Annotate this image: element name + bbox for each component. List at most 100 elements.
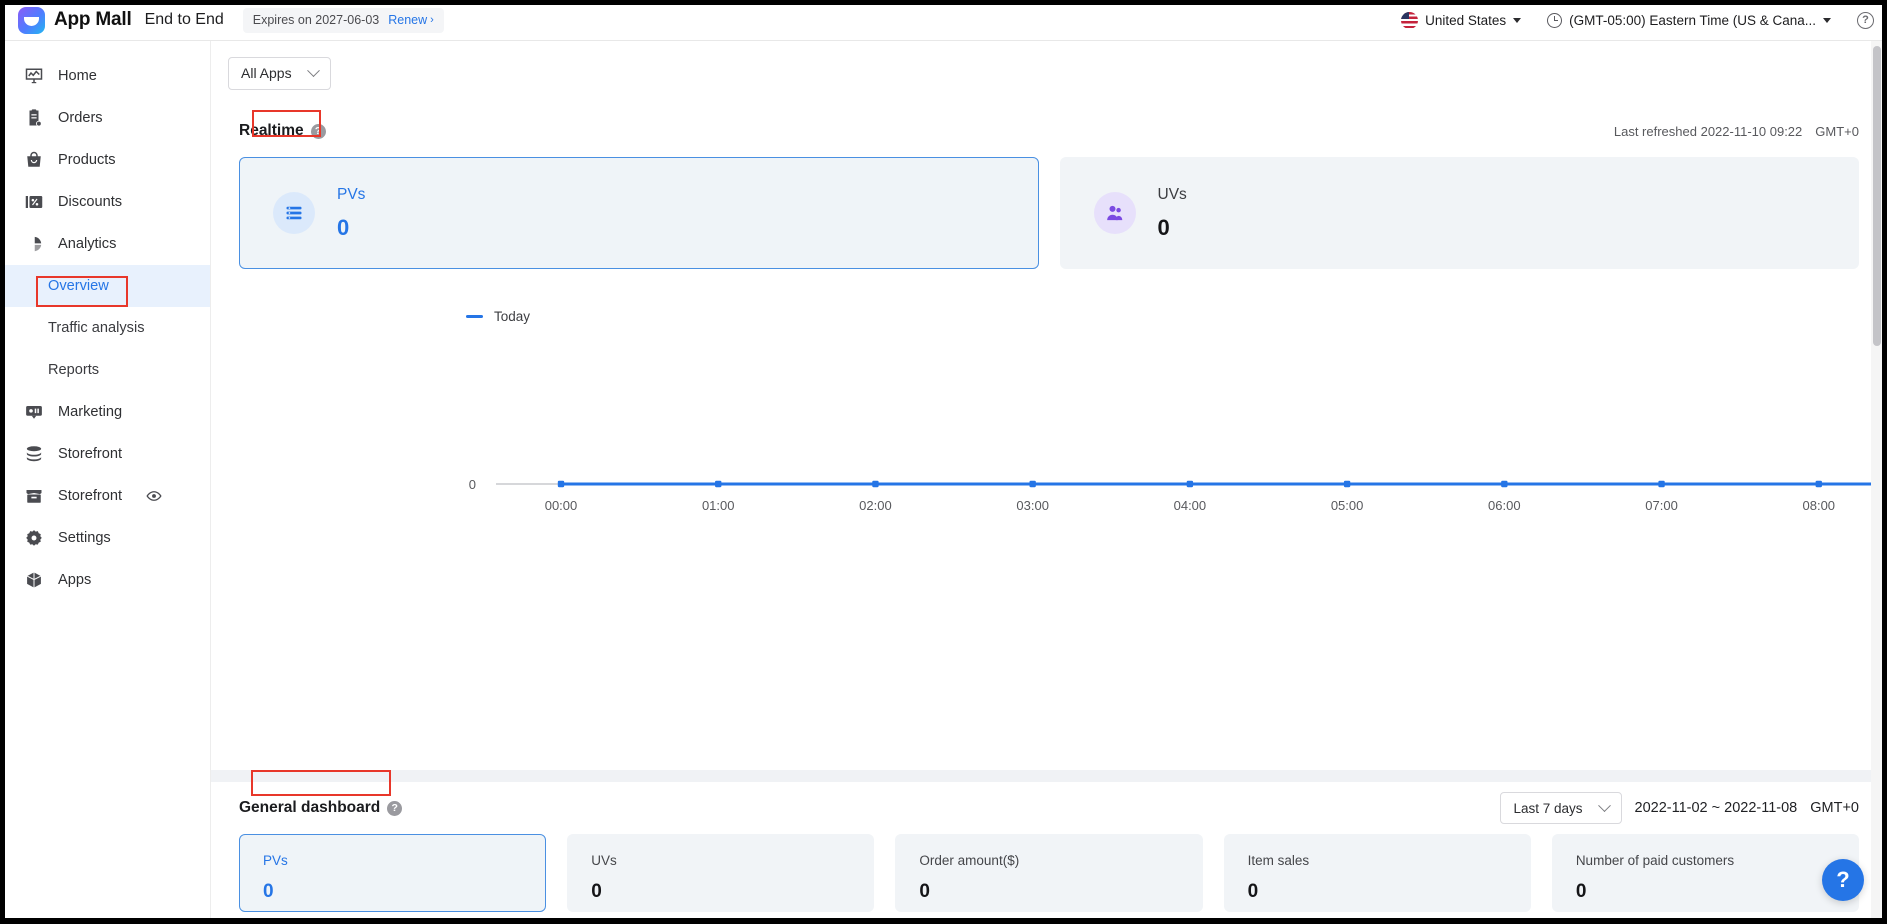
- sidebar-item-settings[interactable]: Settings: [0, 517, 210, 559]
- pie-chart-icon: [24, 235, 43, 254]
- realtime-metric-cards: PVs 0 UVs 0: [211, 157, 1887, 269]
- gd-card-value: 0: [263, 881, 274, 902]
- realtime-header: Realtime ? Last refreshed 2022-11-10 09:…: [211, 105, 1887, 157]
- realtime-card-pvs[interactable]: PVs 0: [239, 157, 1039, 269]
- expiry-text: Expires on 2027-06-03: [252, 13, 380, 27]
- realtime-card-label: PVs: [337, 185, 366, 203]
- chart-data-point: [557, 480, 565, 488]
- date-range-text: 2022-11-02 ~ 2022-11-08: [1634, 800, 1798, 816]
- sidebar-item-reports[interactable]: Reports: [0, 349, 210, 391]
- gd-card-value: 0: [919, 881, 930, 902]
- date-range-dropdown[interactable]: Last 7 days: [1500, 792, 1622, 824]
- realtime-panel: Realtime ? Last refreshed 2022-11-10 09:…: [211, 105, 1887, 770]
- gd-card-value: 0: [1247, 881, 1259, 902]
- eye-icon[interactable]: [146, 488, 162, 504]
- main-content: All Apps Realtime ? Last refreshed 2022-…: [211, 41, 1887, 924]
- renew-link[interactable]: Renew ›: [388, 13, 434, 27]
- gd-card-pvs[interactable]: PVs 0: [239, 834, 547, 912]
- realtime-title: Realtime: [239, 122, 304, 139]
- window-frame-bottom: [0, 918, 1887, 924]
- sidebar-item-label: Discounts: [58, 194, 123, 210]
- chart-legend[interactable]: Today: [211, 269, 1887, 324]
- monitor-chart-icon: [24, 67, 43, 86]
- apps-toolbar: All Apps: [211, 41, 1887, 105]
- chart-data-point: [872, 480, 879, 488]
- help-tooltip-icon[interactable]: ?: [387, 800, 403, 816]
- brand: App Mall End to End: [0, 2, 224, 34]
- gd-card-uvs[interactable]: UVs 0: [567, 834, 875, 912]
- cube-icon: [24, 571, 43, 590]
- chart-x-tick-label: 08:00: [1803, 498, 1836, 513]
- chart-x-tick-label: 02:00: [859, 498, 892, 513]
- timezone-label: GMT+0: [1810, 800, 1859, 816]
- sidebar-item-label: Apps: [58, 572, 92, 588]
- coins-stack-icon: [24, 445, 43, 464]
- sidebar-item-label: Reports: [48, 362, 100, 378]
- window-frame-right: [1882, 0, 1887, 924]
- sidebar-item-label: Analytics: [58, 236, 117, 252]
- sidebar-item-discounts[interactable]: Discounts: [0, 181, 210, 223]
- sidebar-item-storefront[interactable]: Storefront: [0, 475, 210, 517]
- realtime-line-chart-svg: 00:00 01:00 02:00 03:00 04:00 05:00 06:00 07:00…: [469, 477, 1887, 513]
- sidebar-item-label: Traffic analysis: [48, 320, 145, 336]
- legend-swatch-today: [466, 315, 483, 318]
- page-scrollbar-thumb[interactable]: [1873, 46, 1881, 346]
- gd-card-paid-customers[interactable]: Number of paid customers 0: [1551, 834, 1860, 912]
- realtime-chart: 00:00 01:00 02:00 03:00 04:00 05:00 06:00 07:00…: [211, 405, 1887, 765]
- general-dashboard-header: General dashboard ? Last 7 days 2022-11-…: [211, 782, 1887, 834]
- general-dashboard-cards: PVs 0 UVs 0 Order amount($) 0 Item sales…: [211, 834, 1887, 912]
- general-dashboard-title: General dashboard: [239, 799, 381, 816]
- gd-card-order-amount[interactable]: Order amount($) 0: [895, 834, 1203, 912]
- users-icon: [1093, 192, 1136, 234]
- gd-card-label: Number of paid customers: [1575, 853, 1735, 868]
- sidebar-item-marketing[interactable]: Marketing: [0, 391, 210, 433]
- legend-label-today: Today: [494, 309, 531, 324]
- bag-icon: [24, 151, 43, 170]
- gear-icon: [24, 529, 43, 548]
- timezone-label: (GMT-05:00) Eastern Time (US & Cana...: [1569, 12, 1816, 28]
- chart-x-tick-label: 04:00: [1174, 498, 1207, 513]
- timezone-selector[interactable]: (GMT-05:00) Eastern Time (US & Cana...: [1547, 12, 1831, 28]
- country-selector[interactable]: United States: [1401, 11, 1522, 29]
- window-frame-left: [0, 0, 5, 924]
- window-frame-top: [0, 0, 1887, 5]
- general-dashboard-panel: General dashboard ? Last 7 days 2022-11-…: [211, 782, 1887, 924]
- megaphone-board-icon: [24, 403, 43, 422]
- sidebar-item-products[interactable]: Products: [0, 139, 210, 181]
- realtime-card-uvs[interactable]: UVs 0: [1059, 157, 1859, 269]
- sidebar-item-analytics[interactable]: Analytics: [0, 223, 210, 265]
- sidebar-item-points[interactable]: Storefront: [0, 433, 210, 475]
- license-expiry-pill: Expires on 2027-06-03 Renew ›: [242, 7, 444, 33]
- chart-x-tick-label: 05:00: [1331, 498, 1364, 513]
- sidebar-item-overview[interactable]: Overview: [0, 265, 210, 307]
- sidebar-item-label: Settings: [58, 530, 111, 546]
- realtime-card-value: 0: [1157, 214, 1170, 240]
- chart-data-point: [1501, 480, 1508, 488]
- help-circle-icon[interactable]: ?: [1857, 11, 1874, 29]
- gd-card-label: Item sales: [1247, 853, 1310, 868]
- top-bar: App Mall End to End Expires on 2027-06-0…: [0, 0, 1887, 41]
- sidebar-item-orders[interactable]: Orders: [0, 97, 210, 139]
- sidebar-item-label: Storefront: [58, 488, 123, 504]
- sidebar-item-traffic-analysis[interactable]: Traffic analysis: [0, 307, 210, 349]
- sidebar-item-apps[interactable]: Apps: [0, 559, 210, 601]
- sidebar-item-label: Marketing: [58, 404, 123, 420]
- gd-card-item-sales[interactable]: Item sales 0: [1223, 834, 1531, 912]
- help-fab[interactable]: ?: [1822, 859, 1864, 901]
- us-flag-icon: [1401, 11, 1419, 29]
- list-rows-icon: [273, 192, 315, 234]
- gd-card-value: 0: [1575, 881, 1587, 902]
- sidebar-item-label: Overview: [48, 278, 109, 294]
- renew-label: Renew: [388, 13, 428, 27]
- chevron-down-icon: [1823, 17, 1831, 23]
- last-refreshed-label: Last refreshed 2022-11-10 09:22: [1613, 123, 1803, 139]
- help-tooltip-icon[interactable]: ?: [310, 123, 326, 139]
- chart-y-tick-label: 0: [469, 477, 476, 492]
- date-range-label: Last 7 days: [1513, 800, 1583, 816]
- chevron-down-icon: [306, 63, 320, 77]
- sidebar-item-home[interactable]: Home: [0, 55, 210, 97]
- sidebar-item-label: Products: [58, 152, 116, 168]
- all-apps-dropdown[interactable]: All Apps: [228, 56, 331, 90]
- sidebar-item-label: Orders: [58, 110, 103, 126]
- store-icon: [24, 487, 43, 506]
